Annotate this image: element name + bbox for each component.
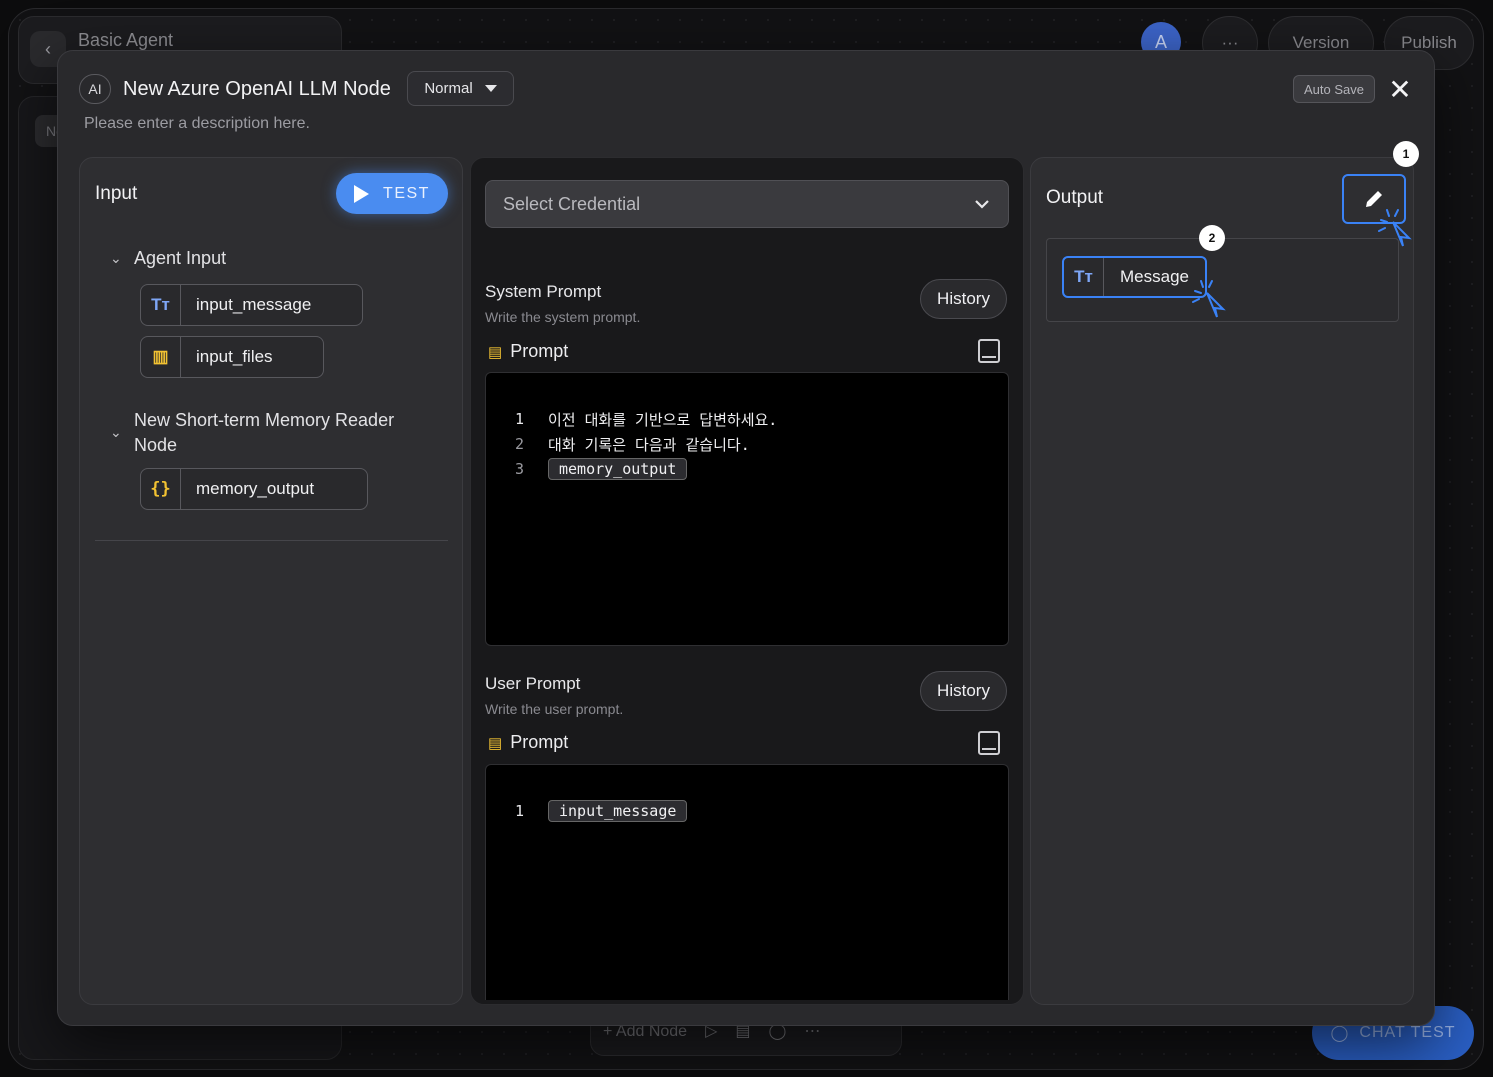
prompt-panel: Select Credential System Prompt Write th… [470, 157, 1024, 1005]
file-type-icon: ▥ [141, 337, 181, 377]
system-history-button[interactable]: History [920, 279, 1007, 319]
code-line: 3 memory_output [486, 457, 688, 481]
user-prompt-title: User Prompt [485, 674, 581, 693]
object-type-icon: {} [141, 469, 181, 509]
user-prompt-label: ▤ Prompt [488, 732, 568, 753]
group-agent-input[interactable]: ⌄ Agent Input [110, 246, 226, 271]
agent-title: Basic Agent [78, 30, 174, 50]
auto-save-toggle[interactable]: Auto Save [1293, 75, 1375, 103]
ai-badge: AI [79, 74, 111, 104]
user-prompt-editor[interactable]: 1 input_message [485, 764, 1009, 1000]
chevron-down-icon [975, 200, 989, 209]
mode-select[interactable]: Normal [407, 71, 514, 106]
line-number: 1 [514, 410, 524, 428]
variable-name: memory_output [196, 479, 315, 498]
mode-value: Normal [424, 80, 473, 97]
template-book-icon[interactable] [978, 731, 1000, 755]
group-label: Agent Input [134, 248, 227, 268]
description-field[interactable]: Please enter a description here. [84, 115, 310, 133]
prompt-label-text: Prompt [510, 341, 569, 361]
chevron-down-icon: ⌄ [110, 250, 122, 266]
template-book-icon[interactable] [978, 339, 1000, 363]
system-prompt-title: System Prompt [485, 282, 602, 301]
line-number: 1 [514, 802, 524, 820]
user-prompt-subtitle: Write the user prompt. [485, 701, 624, 717]
message-icon: ▤ [488, 343, 503, 361]
step-badge: 1 [1393, 141, 1419, 167]
system-prompt-editor[interactable]: 1 이전 대화를 기반으로 답변하세요. 2 대화 기록은 다음과 같습니다. … [485, 372, 1009, 646]
cursor-pointer-icon [1192, 280, 1226, 318]
user-history-button[interactable]: History [920, 671, 1007, 711]
input-panel: Input TEST ⌄ Agent Input Tт input_messag… [79, 157, 463, 1005]
variable-name: input_files [196, 347, 273, 366]
code-line: 1 input_message [486, 799, 688, 823]
code-text: 대화 기록은 다음과 같습니다. [548, 435, 750, 454]
line-number: 2 [514, 435, 524, 453]
llm-node-modal: AI New Azure OpenAI LLM Node Normal Plea… [57, 50, 1435, 1026]
close-icon[interactable]: ✕ [1386, 73, 1414, 105]
variable-name: input_message [196, 295, 312, 314]
output-panel: Output 1 2 Tт Message [1030, 141, 1419, 1005]
output-chip-message[interactable]: Tт Message [1062, 256, 1207, 298]
input-heading: Input [95, 183, 138, 204]
output-list: 2 Tт Message [1046, 225, 1399, 322]
node-title[interactable]: New Azure OpenAI LLM Node [123, 78, 391, 101]
variable-chip[interactable]: Tт input_message [140, 284, 363, 326]
group-label-line2: Node [134, 435, 178, 455]
text-type-icon: Tт [141, 285, 181, 325]
step-badge: 2 [1199, 225, 1225, 251]
group-label-line1: New Short-term Memory Reader [134, 410, 395, 430]
code-line: 2 대화 기록은 다음과 같습니다. [486, 432, 750, 456]
prompt-label-text: Prompt [510, 732, 569, 752]
code-text: 이전 대화를 기반으로 답변하세요. [548, 410, 778, 429]
variable-token[interactable]: input_message [548, 800, 688, 822]
credential-select[interactable]: Select Credential [485, 180, 1009, 228]
line-number: 3 [514, 460, 524, 478]
variable-chip[interactable]: {} memory_output [140, 468, 368, 510]
variable-chip[interactable]: ▥ input_files [140, 336, 324, 378]
system-prompt-subtitle: Write the system prompt. [485, 309, 641, 325]
group-memory-reader[interactable]: ⌄ New Short-term Memory Reader Node [110, 408, 394, 458]
system-prompt-label: ▤ Prompt [488, 341, 568, 362]
chat-icon: ◯ [1330, 1025, 1350, 1042]
caret-down-icon [484, 85, 497, 92]
output-heading: Output [1046, 187, 1104, 208]
variable-token[interactable]: memory_output [548, 458, 688, 480]
test-label: TEST [383, 184, 430, 202]
play-icon [354, 184, 370, 203]
message-icon: ▤ [488, 734, 503, 752]
chat-test-label: CHAT TEST [1359, 1024, 1456, 1041]
code-line: 1 이전 대화를 기반으로 답변하세요. [486, 407, 777, 431]
divider [95, 540, 448, 541]
test-button[interactable]: TEST [336, 173, 448, 214]
credential-placeholder: Select Credential [503, 193, 641, 214]
chevron-down-icon: ⌄ [110, 424, 122, 440]
text-type-icon: Tт [1064, 258, 1104, 296]
